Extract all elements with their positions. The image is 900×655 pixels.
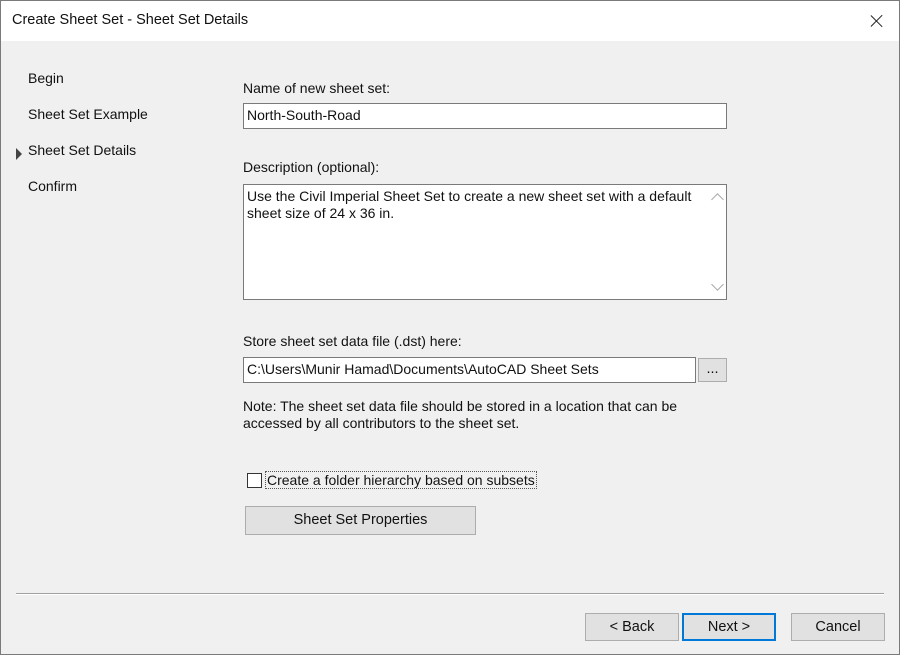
step-sheet-set-example[interactable]: Sheet Set Example <box>28 106 148 122</box>
title-bar: Create Sheet Set - Sheet Set Details <box>1 1 899 41</box>
dialog-window: Create Sheet Set - Sheet Set Details Beg… <box>0 0 900 655</box>
description-label: Description (optional): <box>243 159 380 175</box>
browse-button-label: ... <box>706 361 719 377</box>
folder-hierarchy-checkbox[interactable] <box>247 473 262 488</box>
description-scrollbar[interactable] <box>709 185 726 299</box>
sheet-set-properties-button[interactable]: Sheet Set Properties <box>245 506 476 535</box>
description-textarea[interactable]: Use the Civil Imperial Sheet Set to crea… <box>243 184 727 300</box>
description-value: Use the Civil Imperial Sheet Set to crea… <box>247 188 692 221</box>
store-location-value: C:\Users\Munir Hamad\Documents\AutoCAD S… <box>247 361 599 377</box>
name-label: Name of new sheet set: <box>243 80 391 96</box>
sheet-set-name-value: North-South-Road <box>247 107 361 123</box>
storage-note: Note: The sheet set data file should be … <box>243 398 678 431</box>
close-icon[interactable] <box>855 1 899 41</box>
back-button[interactable]: < Back <box>585 613 679 641</box>
folder-hierarchy-label[interactable]: Create a folder hierarchy based on subse… <box>265 471 537 489</box>
step-begin[interactable]: Begin <box>28 70 64 86</box>
back-button-label: < Back <box>609 619 655 635</box>
step-sheet-set-details[interactable]: Sheet Set Details <box>28 142 136 158</box>
next-button-label: Next > <box>707 619 751 635</box>
step-pointer-icon <box>1 142 27 162</box>
cancel-button-label: Cancel <box>815 619 861 635</box>
sheet-set-properties-label: Sheet Set Properties <box>293 512 428 528</box>
window-title: Create Sheet Set - Sheet Set Details <box>12 12 249 28</box>
scroll-up-icon[interactable] <box>711 193 724 206</box>
cancel-button[interactable]: Cancel <box>791 613 885 641</box>
browse-button[interactable]: ... <box>698 358 727 382</box>
scroll-down-icon[interactable] <box>711 278 724 291</box>
store-location-label: Store sheet set data file (.dst) here: <box>243 333 462 349</box>
step-confirm[interactable]: Confirm <box>28 178 77 194</box>
store-location-input[interactable]: C:\Users\Munir Hamad\Documents\AutoCAD S… <box>243 357 696 383</box>
next-button[interactable]: Next > <box>682 613 776 641</box>
sheet-set-name-input[interactable]: North-South-Road <box>243 103 727 129</box>
